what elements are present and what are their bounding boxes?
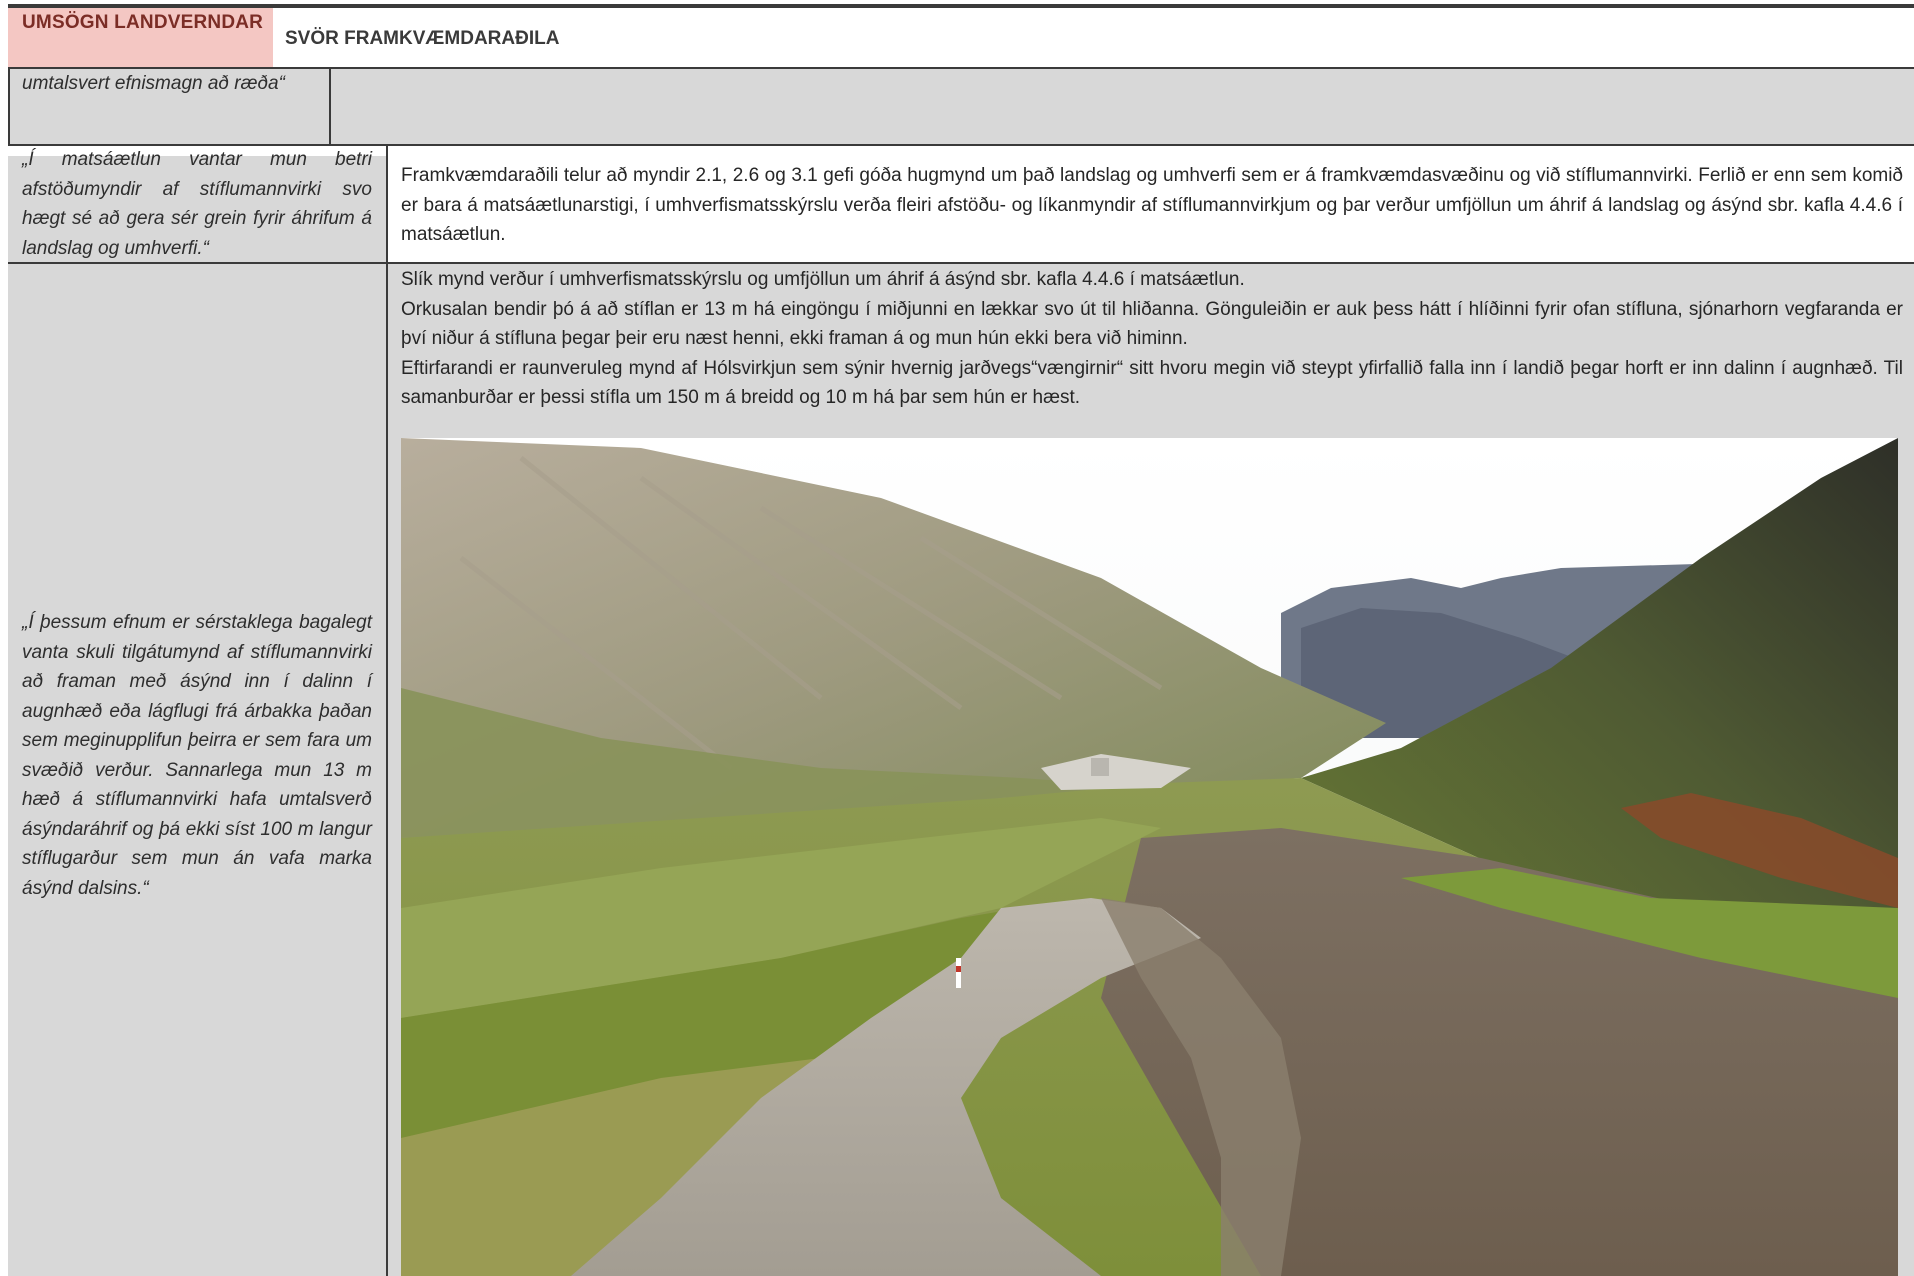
row-1-divider — [329, 69, 331, 144]
row-1-left-border — [8, 69, 10, 144]
row-2-divider — [386, 146, 388, 262]
row-3-response-paragraph-2: Orkusalan bendir þó á að stíflan er 13 m… — [401, 298, 1903, 350]
row-2-response-paragraph: Framkvæmdaraðili telur að myndir 2.1, 2.… — [401, 165, 1903, 245]
row-3-response-paragraph-3: Eftirfarandi er raunveruleg mynd af Hóls… — [401, 357, 1903, 409]
row-3-response: Slík mynd verður í umhverfismatsskýrslu … — [401, 265, 1903, 413]
dam-valley-photo — [401, 438, 1898, 1276]
row-3-response-paragraph-1: Slík mynd verður í umhverfismatsskýrslu … — [401, 269, 1245, 290]
header-right-label: SVÖR FRAMKVÆMDARAÐILA — [273, 8, 1914, 68]
row-3-quote: „Í þessum efnum er sérstaklega bagalegt … — [22, 612, 372, 899]
row-1-quote: umtalsvert efnismagn að ræða“ — [22, 73, 285, 94]
row-2-quote: „Í matsáætlun vantar mun betri afstöðumy… — [22, 149, 372, 259]
row-2-response: Framkvæmdaraðili telur að myndir 2.1, 2.… — [401, 161, 1903, 250]
header-left-label: UMSÖGN LANDVERNDAR — [8, 8, 273, 68]
